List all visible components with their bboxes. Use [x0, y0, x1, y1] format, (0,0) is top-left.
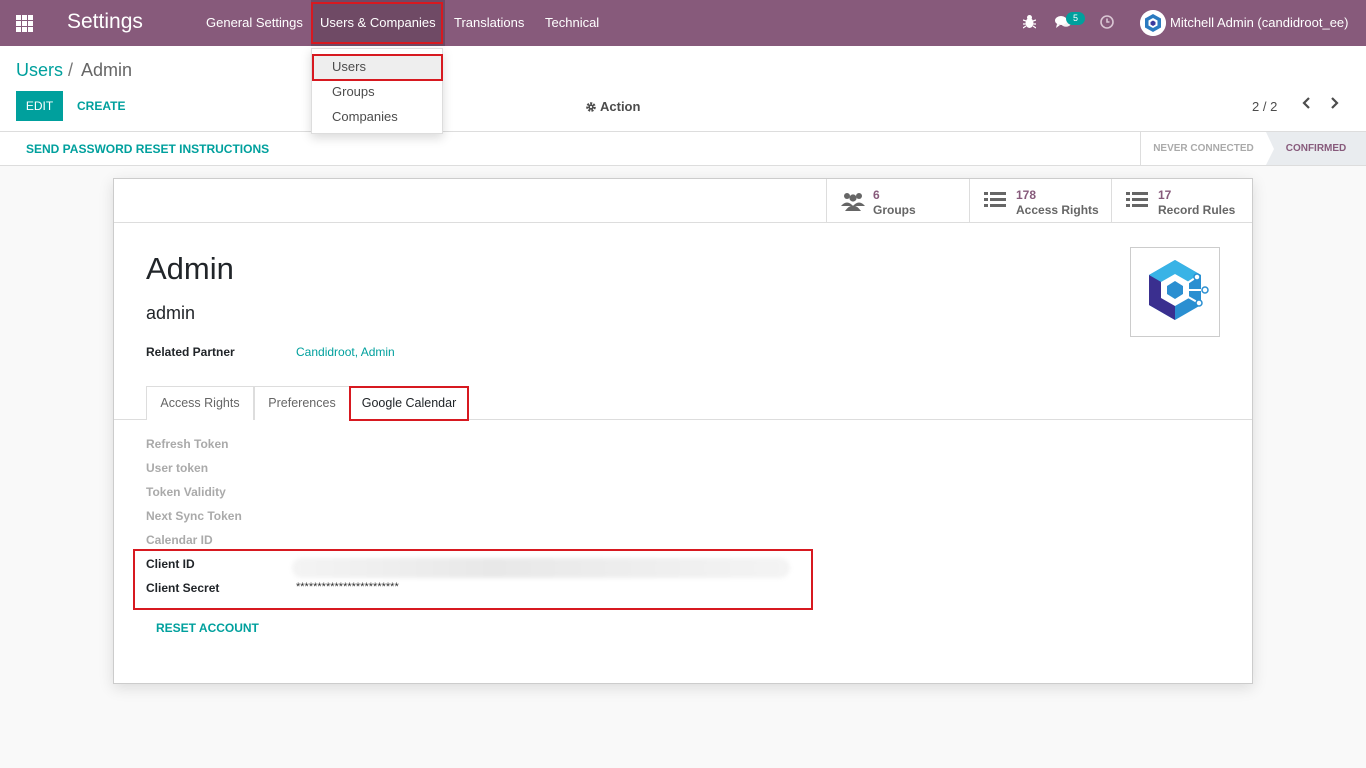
calendar-id-label: Calendar ID: [146, 533, 213, 547]
status-bar: SEND PASSWORD RESET INSTRUCTIONS NEVER C…: [0, 132, 1366, 166]
stage-never-connected: NEVER CONNECTED: [1140, 132, 1266, 165]
client-secret-label: Client Secret: [146, 581, 220, 595]
next-sync-token-label: Next Sync Token: [146, 509, 242, 523]
create-button[interactable]: CREATE: [77, 91, 125, 121]
action-label: Action: [600, 99, 641, 114]
edit-button[interactable]: EDIT: [16, 91, 63, 121]
users-companies-dropdown: Users Groups Companies: [311, 48, 443, 134]
refresh-token-label: Refresh Token: [146, 437, 229, 451]
menu-general-settings[interactable]: General Settings: [206, 0, 303, 46]
client-secret-value: ************************: [296, 581, 399, 593]
tab-google-calendar[interactable]: Google Calendar: [350, 386, 468, 421]
list-icon: [984, 191, 1006, 214]
access-rights-count: 178: [1016, 188, 1037, 202]
smart-button-box: 6 Groups 178 Access Rights 17 Record Rul…: [114, 179, 1252, 223]
user-image[interactable]: [1130, 247, 1220, 337]
groups-smart-button[interactable]: 6 Groups: [826, 179, 969, 222]
menu-translations[interactable]: Translations: [454, 0, 524, 46]
access-rights-smart-button[interactable]: 178 Access Rights: [969, 179, 1111, 222]
breadcrumb-separator: /: [68, 60, 74, 80]
record-login: admin: [146, 303, 196, 323]
menu-technical[interactable]: Technical: [545, 0, 599, 46]
pager-value[interactable]: 2 / 2: [1252, 99, 1277, 114]
groups-count: 6: [873, 188, 880, 202]
record-rules-label: Record Rules: [1158, 203, 1236, 217]
client-id-value-blurred: [292, 558, 790, 578]
control-panel: Users / Admin EDIT CREATE Action 2 / 2: [0, 46, 1366, 132]
record-rules-smart-button[interactable]: 17 Record Rules: [1111, 179, 1252, 222]
dropdown-item-users[interactable]: Users: [312, 54, 442, 79]
access-rights-label: Access Rights: [1016, 203, 1099, 217]
user-menu[interactable]: Mitchell Admin (candidroot_ee): [1170, 15, 1348, 30]
stage-arrow: [1266, 132, 1274, 165]
send-password-reset-button[interactable]: SEND PASSWORD RESET INSTRUCTIONS: [26, 142, 269, 156]
groups-label: Groups: [873, 203, 916, 217]
user-avatar[interactable]: [1140, 10, 1166, 36]
action-menu[interactable]: Action: [585, 99, 640, 116]
gear-icon: [585, 101, 597, 116]
breadcrumb-users[interactable]: Users: [16, 60, 63, 81]
activity-clock-icon[interactable]: [1100, 15, 1114, 32]
message-count-badge: 5: [1066, 12, 1085, 25]
breadcrumb-current: Admin: [81, 60, 133, 80]
form-sheet: 6 Groups 178 Access Rights 17 Record Rul…: [113, 178, 1253, 684]
apps-menu-icon[interactable]: [16, 15, 33, 32]
pager-prev-icon[interactable]: [1301, 96, 1311, 115]
reset-account-button[interactable]: RESET ACCOUNT: [156, 621, 259, 635]
related-partner-link[interactable]: Candidroot, Admin: [296, 345, 395, 359]
users-group-icon: [841, 191, 865, 216]
bug-icon[interactable]: [1022, 14, 1037, 32]
pager-next-icon[interactable]: [1330, 96, 1340, 115]
client-id-label: Client ID: [146, 557, 195, 571]
related-partner-label: Related Partner: [146, 345, 235, 359]
app-title[interactable]: Settings: [67, 10, 143, 34]
record-name: Admin: [146, 251, 234, 286]
stage-confirmed: CONFIRMED: [1266, 132, 1366, 165]
record-rules-count: 17: [1158, 188, 1172, 202]
token-validity-label: Token Validity: [146, 485, 226, 499]
user-token-label: User token: [146, 461, 209, 475]
tab-preferences[interactable]: Preferences: [254, 386, 350, 420]
menu-users-companies[interactable]: Users & Companies: [311, 0, 445, 46]
dropdown-item-groups[interactable]: Groups: [312, 79, 442, 104]
top-navbar: Settings General Settings Users & Compan…: [0, 0, 1366, 46]
list-icon: [1126, 191, 1148, 214]
tab-access-rights[interactable]: Access Rights: [146, 386, 254, 420]
dropdown-item-companies[interactable]: Companies: [312, 104, 442, 129]
